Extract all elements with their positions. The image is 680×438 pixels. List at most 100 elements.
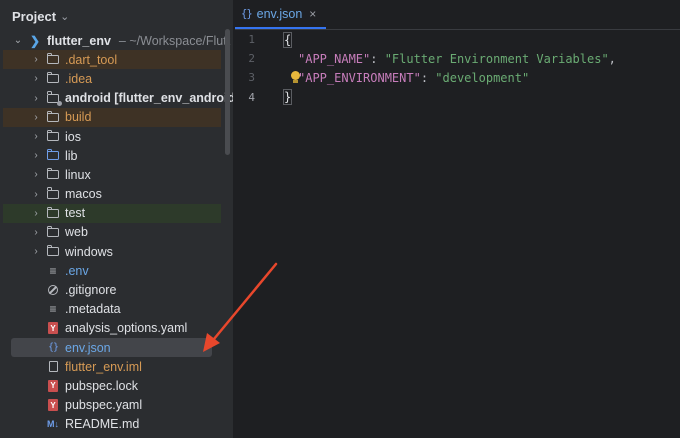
tree-item-label: build bbox=[65, 110, 92, 125]
ignore-file-icon bbox=[46, 284, 60, 296]
expand-arrow-icon[interactable]: › bbox=[30, 150, 42, 161]
folder-icon bbox=[46, 110, 60, 123]
tree-item-build[interactable]: › build bbox=[3, 107, 221, 127]
tree-item-readme[interactable]: M↓ README.md bbox=[0, 415, 233, 434]
tree-item-label: android [flutter_env_android] bbox=[65, 91, 234, 106]
code-line: 3 "APP_ENVIRONMENT": "development" bbox=[235, 68, 529, 87]
markdown-file-icon: M↓ bbox=[47, 419, 59, 430]
json-value: "Flutter Environment Variables" bbox=[384, 51, 609, 66]
tab-env-json[interactable]: {} env.json × bbox=[235, 0, 327, 29]
tree-item-label: analysis_options.yaml bbox=[65, 321, 188, 336]
line-number: 3 bbox=[248, 71, 255, 85]
expand-arrow-icon[interactable]: › bbox=[30, 54, 42, 65]
tree-item-gitignore[interactable]: .gitignore bbox=[0, 280, 233, 299]
tree-item-idea[interactable]: › .idea bbox=[0, 69, 233, 88]
expand-arrow-icon[interactable]: › bbox=[30, 227, 42, 238]
root-path: ~/Workspace/Flutt bbox=[129, 33, 231, 48]
open-brace: { bbox=[282, 31, 293, 48]
project-tree: ⌄ ❯ flutter_env – ~/Workspace/Flutt › .d… bbox=[0, 31, 234, 434]
project-view-selector[interactable]: Project ⌄ bbox=[12, 6, 69, 26]
tree-item-lib[interactable]: › lib bbox=[0, 146, 233, 165]
yaml-file-icon: Y bbox=[46, 399, 60, 412]
chevron-down-icon: ⌄ bbox=[60, 10, 70, 23]
tree-item-label: .metadata bbox=[65, 302, 121, 317]
expand-arrow-icon[interactable]: › bbox=[30, 73, 42, 84]
expand-arrow-icon[interactable]: › bbox=[30, 131, 42, 142]
expand-arrow-icon[interactable]: › bbox=[30, 169, 42, 180]
editor-tab-bar: {} env.json × bbox=[235, 0, 680, 30]
yaml-file-icon: Y bbox=[46, 379, 60, 392]
source-folder-icon bbox=[46, 149, 60, 162]
tree-item-label: lib bbox=[65, 148, 78, 163]
test-folder-icon bbox=[46, 206, 60, 219]
module-file-icon bbox=[46, 361, 60, 373]
tree-item-label: macos bbox=[65, 187, 102, 202]
tree-item-ios[interactable]: › ios bbox=[0, 127, 233, 146]
tree-item-env-json[interactable]: {} env.json bbox=[11, 338, 212, 358]
expand-arrow-icon[interactable]: › bbox=[30, 93, 42, 104]
folder-icon bbox=[46, 129, 60, 143]
folder-icon bbox=[46, 225, 60, 238]
folder-icon bbox=[46, 244, 60, 258]
tree-item-flutter-env-iml[interactable]: flutter_env.iml bbox=[0, 357, 233, 376]
expand-arrow-icon[interactable]: › bbox=[30, 189, 42, 200]
code-area[interactable]: 1 { 2 "APP_NAME": "Flutter Environment V… bbox=[235, 30, 616, 107]
tree-item-label: windows bbox=[65, 244, 113, 259]
tree-item-label: ios bbox=[65, 129, 81, 144]
text-file-icon: ≡ bbox=[49, 263, 57, 278]
json-value: "development" bbox=[435, 70, 530, 85]
json-file-icon: {} bbox=[241, 7, 253, 20]
folder-icon bbox=[46, 53, 60, 66]
folder-icon bbox=[46, 91, 62, 106]
line-number: 2 bbox=[248, 52, 255, 66]
folder-icon bbox=[46, 168, 60, 181]
expand-arrow-icon[interactable]: › bbox=[30, 246, 42, 257]
line-number: 4 bbox=[248, 90, 255, 104]
project-sidebar: Project ⌄ ⌄ ❯ flutter_env – ~/Workspace/… bbox=[0, 0, 234, 438]
tree-item-label: test bbox=[65, 206, 86, 221]
tree-item-linux[interactable]: › linux bbox=[0, 165, 233, 184]
tree-item-label: flutter_env.iml bbox=[65, 359, 142, 374]
tree-item-label: README.md bbox=[65, 417, 140, 432]
root-name: flutter_env bbox=[47, 33, 111, 48]
tree-item-label: pubspec.yaml bbox=[65, 398, 143, 413]
tree-root-flutter-env[interactable]: ⌄ ❯ flutter_env – ~/Workspace/Flutt bbox=[0, 31, 233, 50]
tree-item-label: linux bbox=[65, 167, 91, 182]
yaml-file-icon: Y bbox=[46, 322, 60, 335]
tree-item-env[interactable]: ≡ .env bbox=[0, 261, 233, 280]
tree-item-android[interactable]: › android [flutter_env_android] bbox=[0, 89, 234, 108]
tree-item-windows[interactable]: › windows bbox=[0, 242, 233, 261]
tree-item-label: env.json bbox=[65, 340, 111, 355]
close-brace: } bbox=[282, 89, 293, 106]
tree-item-analysis-options[interactable]: Y analysis_options.yaml bbox=[0, 319, 233, 338]
tree-item-pubspec-yaml[interactable]: Y pubspec.yaml bbox=[0, 396, 233, 415]
tree-item-label: .idea bbox=[65, 71, 93, 86]
project-title: Project bbox=[12, 8, 57, 24]
tree-item-pubspec-lock[interactable]: Y pubspec.lock bbox=[0, 376, 233, 395]
tree-item-label: pubspec.lock bbox=[65, 378, 138, 393]
expand-arrow-icon[interactable]: › bbox=[30, 112, 42, 123]
code-line: 4 } bbox=[235, 88, 293, 107]
close-icon[interactable]: × bbox=[309, 7, 316, 21]
json-key: "APP_ENVIRONMENT" bbox=[298, 70, 421, 85]
tree-item-label: .env bbox=[65, 263, 89, 278]
code-line: 1 { bbox=[235, 30, 293, 49]
tree-item-label: .dart_tool bbox=[65, 52, 118, 67]
tree-item-macos[interactable]: › macos bbox=[0, 185, 233, 204]
line-number: 1 bbox=[248, 33, 255, 47]
json-file-icon: {} bbox=[47, 342, 59, 354]
tree-item-dart-tool[interactable]: › .dart_tool bbox=[3, 50, 221, 70]
text-file-icon: ≡ bbox=[49, 302, 57, 317]
expand-arrow-icon[interactable]: › bbox=[30, 208, 42, 219]
tree-scrollbar[interactable] bbox=[225, 29, 230, 155]
code-line: 2 "APP_NAME": "Flutter Environment Varia… bbox=[235, 49, 616, 68]
json-key: "APP_NAME" bbox=[298, 51, 371, 66]
tree-item-web[interactable]: › web bbox=[0, 223, 233, 242]
expand-arrow-icon[interactable]: ⌄ bbox=[12, 35, 24, 46]
tree-item-label: web bbox=[65, 225, 88, 240]
editor-pane: {} env.json × 1 { 2 "APP_NAME": "Flutter… bbox=[235, 0, 680, 438]
tree-item-test[interactable]: › test bbox=[3, 203, 221, 223]
flutter-module-icon: ❯ bbox=[29, 33, 41, 48]
folder-icon bbox=[46, 72, 60, 85]
tree-item-metadata[interactable]: ≡ .metadata bbox=[0, 300, 233, 319]
